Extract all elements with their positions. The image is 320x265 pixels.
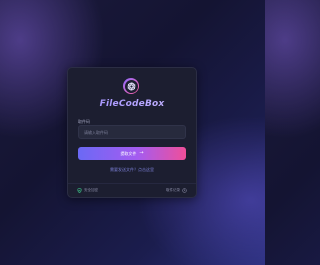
security-text: 安全加密 — [84, 188, 98, 192]
logo — [123, 78, 139, 94]
records-button[interactable]: 取件记录 — [166, 188, 187, 193]
aperture-icon — [127, 81, 136, 91]
card-footer: 安全加密 取件记录 — [68, 183, 196, 197]
send-file-link[interactable]: 需要发送文件？点击这里 — [68, 167, 196, 173]
retrieve-card: FileCodeBox 取件码 提取文件 → 需要发送文件？点击这里 安全加密 … — [67, 67, 197, 198]
retrieve-file-button[interactable]: 提取文件 → — [78, 147, 186, 160]
clock-icon — [182, 188, 187, 193]
code-input[interactable] — [78, 125, 186, 139]
arrow-right-icon: → — [139, 150, 144, 156]
security-badge: 安全加密 — [77, 188, 98, 193]
records-text: 取件记录 — [166, 188, 180, 192]
retrieve-file-button-label: 提取文件 — [120, 150, 137, 156]
shield-check-icon — [77, 188, 82, 193]
app-title: FileCodeBox — [68, 99, 196, 109]
